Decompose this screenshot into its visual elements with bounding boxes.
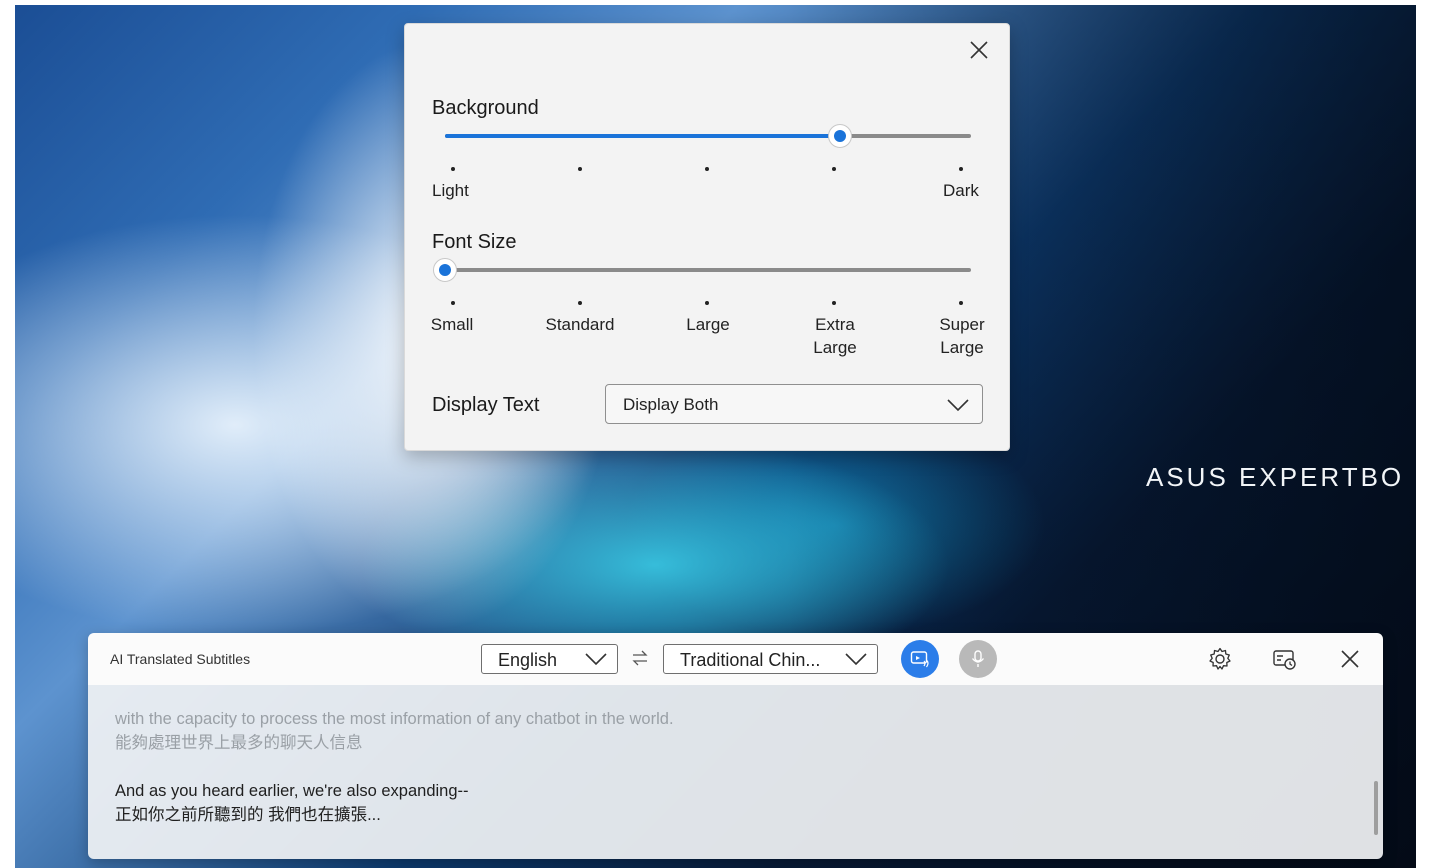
slider-step-dot: [451, 167, 455, 171]
subtitle-window: AI Translated Subtitles English Traditio…: [88, 633, 1383, 859]
font-size-option-label: Small: [430, 315, 474, 334]
font-size-title: Font Size: [432, 231, 517, 253]
transcript-history-button[interactable]: [1272, 646, 1298, 672]
caption-translated-text: 正如你之前所聽到的 我們也在擴張...: [115, 806, 381, 824]
display-text-value: Display Both: [623, 395, 719, 414]
target-language-dropdown[interactable]: Traditional Chin...: [663, 644, 878, 674]
chevron-down-icon: [585, 653, 607, 666]
background-slider[interactable]: [445, 124, 971, 148]
slider-thumb[interactable]: [433, 258, 457, 282]
font-size-slider[interactable]: [433, 258, 971, 282]
font-size-option-label: Large: [686, 315, 730, 334]
caption-original-text: And as you heard earlier, we're also exp…: [115, 782, 469, 800]
close-icon: [970, 41, 988, 59]
slider-step-dot: [577, 167, 582, 171]
slider-track: [445, 268, 971, 272]
font-size-option-label: Super Large: [939, 315, 985, 357]
close-subtitles-button[interactable]: [1337, 646, 1363, 672]
background-max-label: Dark: [943, 181, 979, 200]
display-text-dropdown[interactable]: Display Both: [605, 384, 983, 424]
background-min-label: Light: [432, 181, 469, 200]
close-icon: [1341, 650, 1359, 668]
caption-original-text: with the capacity to process the most in…: [115, 710, 674, 728]
subtitle-settings-popup: Background Light Dark Font Size Display …: [404, 23, 1010, 451]
chevron-down-icon: [947, 399, 969, 412]
chevron-down-icon: [845, 653, 867, 666]
subtitle-toolbar: AI Translated Subtitles English Traditio…: [88, 633, 1383, 685]
source-language-dropdown[interactable]: English: [481, 644, 618, 674]
transcript-scrollbar[interactable]: [1374, 781, 1378, 835]
app-title: AI Translated Subtitles: [110, 651, 251, 667]
subtitle-transcript-area: with the capacity to process the most in…: [88, 685, 1383, 859]
slider-thumb[interactable]: [827, 124, 852, 148]
source-language-value: English: [498, 650, 558, 670]
brand-text: ASUS EXPERTBO: [1146, 462, 1405, 492]
slider-step-dot: [831, 167, 836, 171]
slider-step-dot: [831, 301, 836, 305]
microphone-button[interactable]: [959, 640, 997, 678]
slider-step-dot: [704, 167, 709, 171]
slider-step-dot: [577, 301, 582, 305]
video-audio-source-button[interactable]: [901, 640, 939, 678]
caption-translated-text: 能夠處理世界上最多的聊天人信息: [115, 734, 363, 752]
slider-fill: [445, 134, 840, 138]
background-title: Background: [432, 97, 539, 119]
video-speaker-icon: [910, 651, 929, 668]
slider-step-dot: [451, 301, 455, 305]
caption-history-icon: [1273, 650, 1296, 670]
font-size-option-label: Extra Large: [813, 315, 857, 357]
microphone-icon: [971, 650, 985, 667]
swap-languages-icon[interactable]: [631, 649, 649, 667]
slider-step-dot: [958, 301, 963, 305]
slider-step-dot: [704, 301, 709, 305]
display-text-label: Display Text: [432, 394, 540, 416]
target-language-value: Traditional Chin...: [680, 650, 821, 670]
settings-button[interactable]: [1207, 646, 1233, 672]
popup-close-button[interactable]: [967, 38, 991, 62]
slider-step-dot: [958, 167, 963, 171]
font-size-option-label: Standard: [545, 315, 615, 334]
gear-icon: [1209, 647, 1231, 670]
